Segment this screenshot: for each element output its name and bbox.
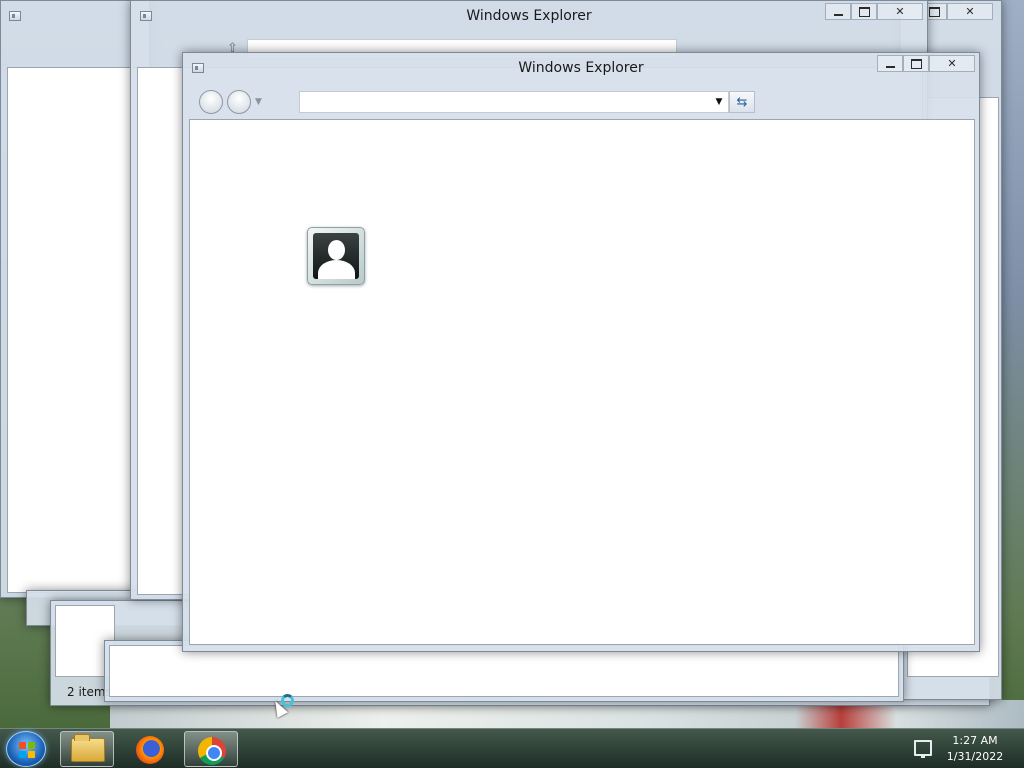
busy-cursor-icon	[281, 694, 294, 707]
user-silhouette-head	[328, 240, 345, 260]
address-bar[interactable]	[299, 91, 729, 113]
network-icon[interactable]	[914, 740, 932, 758]
user-silhouette-body	[318, 260, 355, 279]
window-content-pane	[189, 119, 975, 645]
clock-time: 1:27 AM	[952, 734, 998, 747]
caption-buttons	[825, 3, 923, 20]
minimize-button[interactable]	[877, 55, 903, 72]
taskbar	[0, 728, 1024, 768]
recent-pages-dropdown-icon[interactable]: ▼	[255, 97, 262, 107]
taskbar-chrome-button[interactable]	[184, 731, 238, 767]
forward-button[interactable]	[227, 90, 251, 114]
close-button[interactable]	[877, 3, 923, 20]
window-content-pane	[109, 645, 899, 697]
window-title: Windows Explorer	[466, 8, 592, 24]
minimize-button[interactable]	[825, 3, 851, 20]
chrome-icon	[198, 737, 226, 765]
address-dropdown-icon[interactable]: ▼	[711, 92, 727, 112]
explorer-window-front[interactable]: Windows Explorer ▼ ▼ ⇆	[182, 52, 980, 652]
taskbar-windows-explorer-button[interactable]	[60, 731, 114, 767]
window-title: Windows Explorer	[518, 60, 644, 76]
user-silhouette	[313, 233, 359, 279]
start-button[interactable]	[6, 731, 46, 767]
user-account-icon[interactable]	[307, 227, 365, 285]
caption-buttons	[921, 3, 993, 20]
refresh-icon: ⇆	[736, 94, 748, 110]
folder-icon	[71, 734, 105, 762]
window-content-pane	[7, 67, 147, 593]
windows-logo-icon	[19, 742, 35, 758]
maximize-button[interactable]	[851, 3, 877, 20]
refresh-button[interactable]: ⇆	[729, 91, 755, 113]
back-button[interactable]	[199, 90, 223, 114]
explorer-window-back-left[interactable]	[0, 0, 150, 598]
close-button[interactable]	[929, 55, 975, 72]
close-button[interactable]	[947, 3, 993, 20]
clock-date: 1/31/2022	[946, 750, 1004, 763]
system-menu-icon[interactable]	[9, 11, 21, 21]
caption-buttons	[877, 55, 975, 72]
maximize-button[interactable]	[903, 55, 929, 72]
taskbar-firefox-button[interactable]	[124, 731, 178, 767]
firefox-icon	[136, 736, 164, 764]
taskbar-clock[interactable]: 1:27 AM 1/31/2022	[940, 733, 1010, 765]
